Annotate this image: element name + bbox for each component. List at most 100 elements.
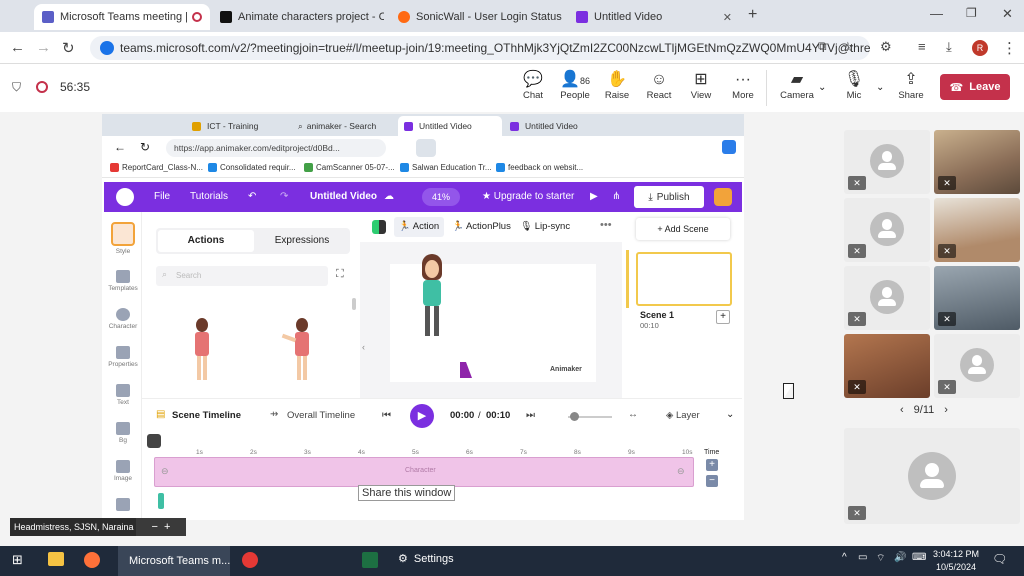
bookmark-item[interactable]: CamScanner 05-07-... xyxy=(304,163,395,172)
participant-tile[interactable]: ✕ xyxy=(844,266,930,330)
nav-video[interactable] xyxy=(104,498,142,513)
premium-icon[interactable] xyxy=(714,188,732,206)
bookmark-star-icon[interactable]: ☆ xyxy=(842,39,854,55)
search-input[interactable]: Search xyxy=(156,266,328,286)
wifi-icon[interactable]: ⌔ xyxy=(876,552,885,565)
new-tab-icon[interactable]: + xyxy=(748,6,757,24)
minimize-icon[interactable]: — xyxy=(930,6,943,21)
nav-templates[interactable]: Templates xyxy=(104,270,142,292)
play-button[interactable]: ▶ xyxy=(410,404,434,428)
participant-tile[interactable]: ✕ xyxy=(844,198,930,262)
collapse-icon[interactable]: ‹ xyxy=(362,342,365,352)
action-tab[interactable]: 🏃 Action xyxy=(394,217,444,237)
menu-icon[interactable]: ⋮ xyxy=(1002,39,1017,57)
scene-timeline-tab[interactable]: Scene Timeline xyxy=(172,410,241,421)
preview-icon[interactable]: ▶ xyxy=(590,191,598,202)
redo-icon[interactable]: ↷ xyxy=(280,191,288,202)
reload-icon[interactable]: ↻ xyxy=(140,140,150,154)
inner-url-field[interactable]: https://app.animaker.com/editproject/d0B… xyxy=(166,139,386,157)
tab-actions[interactable]: Actions xyxy=(158,230,254,252)
expand-icon[interactable]: ⛶ xyxy=(336,268,344,281)
slider-handle[interactable] xyxy=(570,412,579,421)
camera-button[interactable]: ▰ Camera xyxy=(777,70,817,101)
participant-tile[interactable]: ✕ xyxy=(934,334,1020,398)
react-button[interactable]: ☺ React xyxy=(639,70,679,101)
nav-text[interactable]: Text xyxy=(104,384,142,406)
lipsync-tab[interactable]: 🎙 Lip-sync xyxy=(520,217,570,237)
chat-button[interactable]: 💬 Chat xyxy=(513,70,553,101)
inner-tab[interactable]: ICT - Training xyxy=(186,116,290,136)
participant-tile[interactable]: ✕ xyxy=(844,130,930,194)
firefox-icon[interactable] xyxy=(84,552,100,568)
tutorials-menu[interactable]: Tutorials xyxy=(190,191,228,202)
tray-chevron-icon[interactable]: ^ xyxy=(842,552,847,563)
zoom-in-button[interactable]: + xyxy=(706,459,718,471)
excel-icon[interactable] xyxy=(362,552,378,568)
install-app-icon[interactable]: ⧉ xyxy=(818,39,827,54)
site-settings-icon[interactable] xyxy=(100,41,114,55)
bookmark-item[interactable]: feedback on websit... xyxy=(496,163,583,172)
project-title[interactable]: Untitled Video xyxy=(310,191,377,202)
url-field[interactable]: teams.microsoft.com/v2/?meetingjoin=true… xyxy=(90,36,870,60)
recorder-icon[interactable] xyxy=(242,552,258,568)
undo-icon[interactable]: ↶ xyxy=(248,191,256,202)
inner-tab[interactable]: Untitled Video xyxy=(504,116,608,136)
nav-properties[interactable]: Properties xyxy=(104,346,142,368)
restore-icon[interactable]: ❐ xyxy=(966,6,977,20)
people-button[interactable]: 👤86 People xyxy=(555,70,595,101)
leave-button[interactable]: ☎ Leave xyxy=(940,74,1010,100)
share-controls[interactable]: − + xyxy=(136,518,186,536)
track-thumbnail[interactable] xyxy=(158,493,164,509)
inner-tab-active[interactable]: Untitled Video xyxy=(398,116,502,136)
overall-timeline-tab[interactable]: Overall Timeline xyxy=(287,410,355,421)
scrollbar[interactable] xyxy=(352,298,356,310)
character-track[interactable]: Character ⊖ ⊖ xyxy=(154,457,694,487)
upgrade-button[interactable]: ★ Upgrade to starter xyxy=(482,191,574,202)
chevron-down-icon[interactable]: ⌄ xyxy=(818,82,826,93)
add-track-icon[interactable] xyxy=(147,434,161,448)
skip-back-icon[interactable]: ⏮ xyxy=(382,410,391,421)
taskbar-settings[interactable]: ⚙ Settings xyxy=(398,552,454,566)
participant-tile[interactable]: ✕ xyxy=(934,130,1020,194)
nav-style[interactable]: Style xyxy=(104,222,142,255)
share-button[interactable]: ⇪ Share xyxy=(891,70,931,101)
participant-tile[interactable]: ✕ xyxy=(934,266,1020,330)
participant-tile[interactable]: ✕ xyxy=(844,334,930,398)
color-icon[interactable] xyxy=(372,220,386,234)
clock[interactable]: 3:04:12 PM 10/5/2024 xyxy=(930,548,982,574)
animaker-logo[interactable] xyxy=(116,188,134,206)
nav-bg[interactable]: Bg xyxy=(104,422,142,444)
browser-tab-animate[interactable]: Animate characters project - Ca ✕ xyxy=(212,4,384,30)
raise-hand-button[interactable]: ✋ Raise xyxy=(597,70,637,101)
scene-thumbnail[interactable] xyxy=(636,252,732,306)
stage-canvas[interactable]: Animaker xyxy=(390,254,596,382)
bookmark-item[interactable]: Salwan Education Tr... xyxy=(400,163,492,172)
tracking-icon[interactable] xyxy=(416,139,436,157)
bookmark-item[interactable]: ReportCard_Class-N... xyxy=(110,163,203,172)
profile-avatar[interactable]: R xyxy=(972,40,988,56)
close-window-icon[interactable]: ✕ xyxy=(1002,6,1013,22)
bookmark-item[interactable]: Consolidated requir... xyxy=(208,163,296,172)
browser-tab-sonicwall[interactable]: SonicWall - User Login Status ✕ xyxy=(390,4,562,30)
media-icon[interactable]: ≡ xyxy=(918,39,926,54)
browser-tab-teams[interactable]: Microsoft Teams meeting | ✕ xyxy=(34,4,210,30)
volume-icon[interactable]: 🔊 xyxy=(894,552,906,563)
download-icon[interactable]: ⤓ xyxy=(946,39,952,55)
taskbar-teams[interactable]: Microsoft Teams m... xyxy=(118,546,230,576)
publish-button[interactable]: ⤓ Publish xyxy=(634,186,704,208)
fit-icon[interactable]: ↔ xyxy=(628,409,638,420)
back-icon[interactable]: ← xyxy=(10,39,25,56)
keyboard-icon[interactable]: ⌨ xyxy=(912,552,926,563)
nav-character[interactable]: Character xyxy=(104,308,142,330)
share-icon[interactable]: ⋔ xyxy=(612,191,620,202)
file-explorer-icon[interactable] xyxy=(48,552,64,566)
nav-image[interactable]: Image xyxy=(104,460,142,482)
browser-tab-untitled[interactable]: Untitled Video ✕ xyxy=(568,4,740,30)
skip-forward-icon[interactable]: ⏭ xyxy=(526,410,535,421)
extensions-icon[interactable]: ⚙ xyxy=(880,39,892,55)
view-button[interactable]: ⊞ View xyxy=(681,70,721,101)
participant-tile-large[interactable]: ✕ xyxy=(844,428,1020,524)
chevron-down-icon[interactable]: ⌄ xyxy=(876,82,884,93)
reload-icon[interactable]: ↻ xyxy=(62,39,75,57)
network-icon[interactable]: ▭ xyxy=(858,552,867,563)
